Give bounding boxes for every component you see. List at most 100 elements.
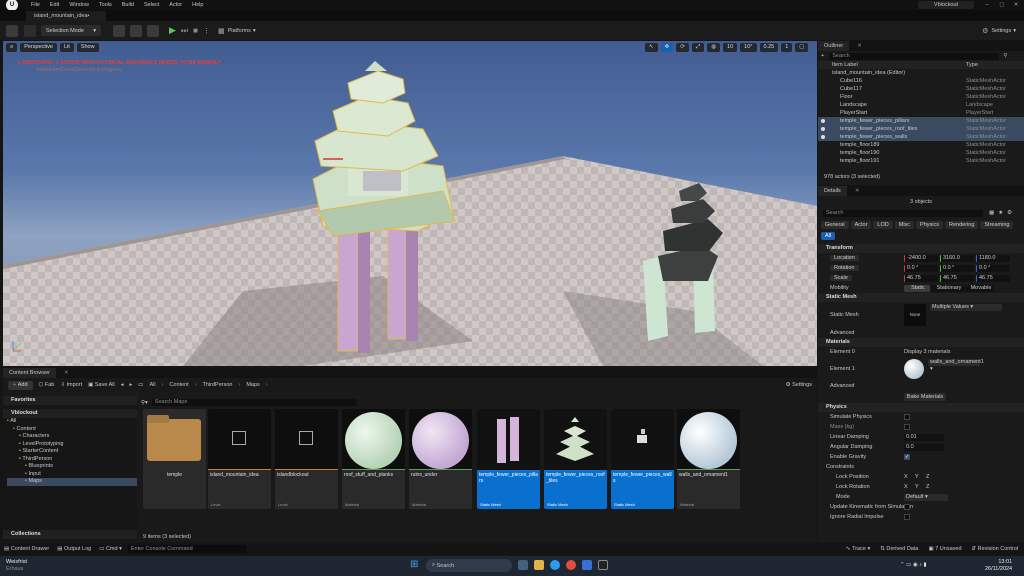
star-icon[interactable]: ★ bbox=[998, 210, 1003, 216]
store-icon[interactable] bbox=[582, 560, 592, 570]
mode-dropdown[interactable]: Default ▾ bbox=[904, 493, 948, 501]
rotate-tool-icon[interactable]: ⟳ bbox=[676, 43, 689, 52]
rotation-snap-button[interactable]: 10° bbox=[740, 43, 757, 52]
forward-icon[interactable]: ▸ bbox=[129, 382, 132, 388]
outliner-search-input[interactable]: Search bbox=[829, 52, 1000, 60]
tree-levelprototyping[interactable]: ▪ LevelPrototyping bbox=[7, 441, 137, 449]
rotation-x-field[interactable]: 0.0 ° bbox=[904, 264, 938, 272]
cb-search-input[interactable]: Search Maps bbox=[151, 399, 357, 406]
revision-control-button[interactable]: ⇵ Revision Control bbox=[972, 546, 1019, 552]
filter-actor[interactable]: Actor bbox=[850, 221, 872, 229]
location-y-field[interactable]: 3160.0 bbox=[940, 254, 974, 262]
menu-tools[interactable]: Tools bbox=[94, 0, 117, 10]
tree-row-selected[interactable]: temple_fewer_pieces_pillars StaticMeshAct… bbox=[818, 117, 1024, 125]
derived-data-button[interactable]: ⇅ Derived Data bbox=[880, 546, 918, 552]
add-actor-icon[interactable] bbox=[113, 24, 125, 37]
project-section[interactable]: Vblockout bbox=[3, 409, 137, 418]
tree-blueprints[interactable]: ▪ Blueprints bbox=[7, 463, 137, 471]
asset-tile[interactable]: temple bbox=[143, 409, 206, 509]
asset-tile[interactable]: ruins_under Material bbox=[409, 409, 472, 509]
asset-tile[interactable]: island_mountain_idea Level bbox=[208, 409, 271, 509]
mobility-stationary[interactable]: Stationary bbox=[931, 284, 965, 292]
step-icon[interactable]: ⏭ bbox=[181, 26, 188, 36]
details-tab[interactable]: Details bbox=[818, 186, 847, 196]
lock-rot-z[interactable]: Z bbox=[926, 482, 929, 492]
maximize-viewport-icon[interactable]: ▢ bbox=[795, 43, 809, 52]
filter-physics[interactable]: Physics bbox=[916, 221, 943, 229]
scale-y-field[interactable]: 46.75 bbox=[940, 274, 974, 282]
update-kinematic-checkbox[interactable] bbox=[904, 504, 910, 510]
add-icon[interactable]: + bbox=[821, 53, 824, 59]
outliner-tab[interactable]: Outliner bbox=[818, 41, 850, 51]
visibility-eye-icon[interactable] bbox=[821, 119, 825, 123]
tree-content[interactable]: ▪ Content bbox=[7, 426, 137, 434]
col-type[interactable]: Type bbox=[966, 62, 978, 68]
section-physics[interactable]: Physics bbox=[818, 403, 1024, 412]
tree-row[interactable]: PlayerStart PlayerStart bbox=[818, 109, 1024, 117]
unreal-taskbar-icon[interactable] bbox=[598, 560, 608, 570]
filter-icon[interactable]: ⚲ bbox=[1003, 53, 1007, 59]
rotation-label[interactable]: Rotation bbox=[830, 265, 859, 271]
level-tab[interactable]: island_mountain_idea• bbox=[26, 11, 106, 21]
asset-tile-selected[interactable]: temple_fewer_pieces_roof_tiles Static Me… bbox=[544, 409, 607, 509]
select-tool-icon[interactable]: ↖ bbox=[645, 43, 658, 52]
tree-maps[interactable]: ▪ Maps bbox=[7, 478, 137, 486]
visibility-eye-icon[interactable] bbox=[821, 127, 825, 131]
asset-tile[interactable]: roof_stuff_and_planks Material bbox=[342, 409, 405, 509]
lock-x[interactable]: X bbox=[904, 472, 908, 482]
bake-materials-button[interactable]: Bake Materials bbox=[904, 393, 946, 401]
chrome-icon[interactable] bbox=[566, 560, 576, 570]
save-icon[interactable] bbox=[6, 24, 18, 37]
filter-icon[interactable]: ⚲▾ bbox=[141, 400, 148, 406]
task-view-icon[interactable] bbox=[518, 560, 528, 570]
weather-widget[interactable]: Weisfrist Erhaus bbox=[6, 559, 27, 572]
close-icon[interactable]: ✕ bbox=[857, 43, 862, 49]
tree-thirdperson[interactable]: ▪ ThirdPerson bbox=[7, 456, 137, 464]
taskbar-search[interactable]: ⌕ Search bbox=[426, 559, 512, 572]
blueprint-icon[interactable] bbox=[130, 24, 142, 37]
trace-button[interactable]: ∿ Trace ▾ bbox=[846, 546, 870, 552]
minimize-icon[interactable]: – bbox=[980, 0, 994, 10]
content-browser-tab[interactable]: Content Browser bbox=[3, 368, 56, 378]
cmd-dropdown[interactable]: ▭ Cmd ▾ bbox=[99, 546, 122, 552]
col-item-label[interactable]: Item Label bbox=[832, 62, 858, 68]
settings-button[interactable]: ⚙ Settings ▾ bbox=[982, 27, 1016, 35]
tree-all[interactable]: ▪ All bbox=[7, 418, 137, 426]
cinematics-icon[interactable] bbox=[147, 24, 159, 37]
tray-icons[interactable]: ⌃ ▭ ◉ ♪ ▮ bbox=[900, 562, 927, 568]
tree-startercontent[interactable]: ▪ StarterContent bbox=[7, 448, 137, 456]
grid-snap-button[interactable]: 10 bbox=[723, 43, 738, 52]
filter-lod[interactable]: LOD bbox=[873, 221, 893, 229]
windows-start-icon[interactable]: ⊞ bbox=[410, 560, 420, 570]
scale-snap-button[interactable]: 0.25 bbox=[759, 43, 779, 52]
grid-view-icon[interactable]: ▦ bbox=[989, 210, 994, 216]
world-space-icon[interactable]: ◍ bbox=[707, 43, 721, 52]
angular-damping-field[interactable]: 0.0 bbox=[904, 443, 944, 451]
rotation-z-field[interactable]: 0.0 ° bbox=[976, 264, 1010, 272]
maximize-icon[interactable]: ▢ bbox=[995, 0, 1009, 10]
lock-z[interactable]: Z bbox=[926, 472, 929, 482]
more-icon[interactable]: ⋮ bbox=[203, 27, 210, 35]
lock-rot-x[interactable]: X bbox=[904, 482, 908, 492]
favorites-section[interactable]: Favorites bbox=[3, 396, 137, 405]
edge-icon[interactable] bbox=[550, 560, 560, 570]
close-icon[interactable]: ✕ bbox=[64, 370, 69, 376]
stop-icon[interactable]: ■ bbox=[193, 26, 198, 35]
menu-edit[interactable]: Edit bbox=[45, 0, 64, 10]
mobility-movable[interactable]: Movable bbox=[966, 284, 994, 292]
cb-settings-button[interactable]: ⚙ Settings bbox=[786, 382, 812, 388]
close-icon[interactable]: ✕ bbox=[855, 188, 860, 194]
filter-misc[interactable]: Misc bbox=[894, 221, 915, 229]
enable-gravity-checkbox[interactable]: ✓ bbox=[904, 454, 910, 460]
folder-icon[interactable]: ▭ bbox=[138, 382, 143, 388]
tree-row[interactable]: temple_floor191 StaticMeshActor bbox=[818, 157, 1024, 165]
advanced-toggle[interactable]: Advanced bbox=[818, 328, 1024, 338]
location-z-field[interactable]: 1180.0 bbox=[976, 254, 1010, 262]
lit-button[interactable]: Lit bbox=[59, 43, 74, 52]
file-explorer-icon[interactable] bbox=[534, 560, 544, 570]
tree-input[interactable]: ▪ Input bbox=[7, 471, 137, 479]
scale-x-field[interactable]: 46.75 bbox=[904, 274, 938, 282]
asset-tile-selected[interactable]: temple_fewer_pieces_pillars Static Mesh bbox=[477, 409, 540, 509]
menu-window[interactable]: Window bbox=[64, 0, 94, 10]
output-log-button[interactable]: ▤ Output Log bbox=[57, 546, 91, 552]
